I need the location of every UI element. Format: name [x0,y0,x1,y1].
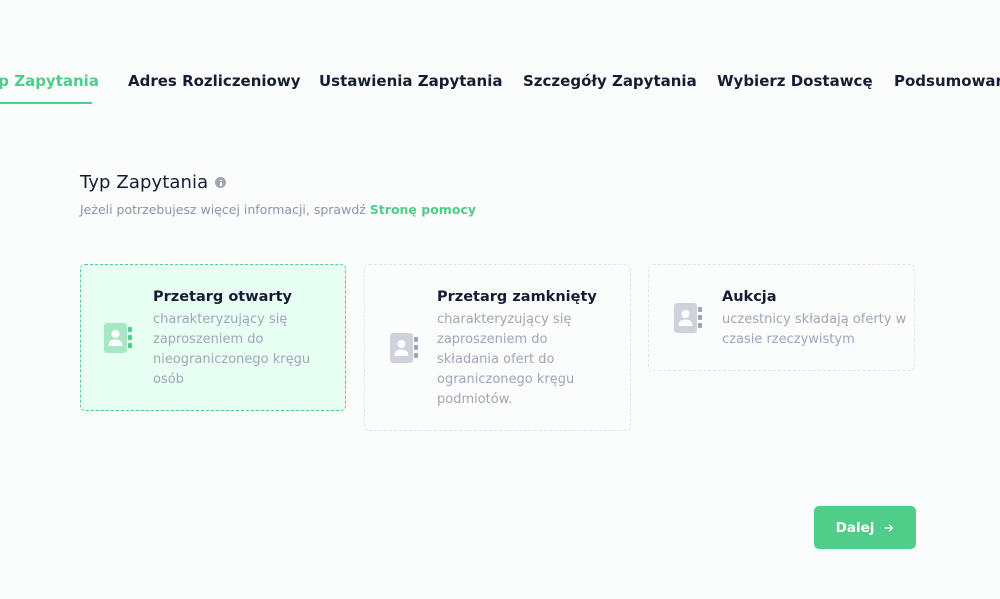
option-description: charakteryzujący się zaproszeniem do skł… [437,312,575,407]
help-page-link[interactable]: Stronę pomocy [370,202,476,217]
next-button-label: Dalej [835,519,875,536]
stepper-tabs: Typ Zapytania Adres Rozliczeniowy Ustawi… [0,72,1000,108]
contact-book-icon [390,333,418,363]
subtitle-text: Jeżeli potrzebujesz więcej informacji, s… [80,202,370,217]
wizard-page: Typ Zapytania Adres Rozliczeniowy Ustawi… [0,0,1000,599]
option-description: uczestnicy składają oferty w czasie rzec… [722,312,907,347]
info-icon[interactable] [215,177,227,188]
option-card-przetarg-otwarty[interactable]: Przetarg otwarty charakteryzujący się za… [80,264,346,411]
contact-book-icon [104,323,132,353]
tab-adres-rozliczeniowy[interactable]: Adres Rozliczeniowy [128,72,301,100]
option-title: Przetarg otwarty [153,289,292,305]
arrow-right-icon [884,523,894,532]
tab-podsumowanie[interactable]: Podsumowanie [894,72,1000,100]
section-header: Typ Zapytania [80,172,227,193]
option-title: Przetarg zamknięty [437,289,597,305]
tab-typ-zapytania[interactable]: Typ Zapytania [0,72,99,100]
next-button[interactable]: Dalej [814,506,916,549]
option-description: charakteryzujący się zaproszeniem do nie… [153,312,311,387]
tab-wybierz-dostawce[interactable]: Wybierz Dostawcę [717,72,873,100]
active-tab-indicator [0,102,92,104]
page-title: Typ Zapytania [80,172,209,193]
option-card-przetarg-zamkniety[interactable]: Przetarg zamknięty charakteryzujący się … [364,264,631,431]
option-card-aukcja[interactable]: Aukcja uczestnicy składają oferty w czas… [648,264,915,371]
option-title: Aukcja [722,289,777,305]
tab-szczegoly-zapytania[interactable]: Szczegóły Zapytania [523,72,697,100]
section-subtitle: Jeżeli potrzebujesz więcej informacji, s… [80,202,476,217]
tab-ustawienia-zapytania[interactable]: Ustawienia Zapytania [319,72,503,100]
contact-book-icon [674,303,702,333]
